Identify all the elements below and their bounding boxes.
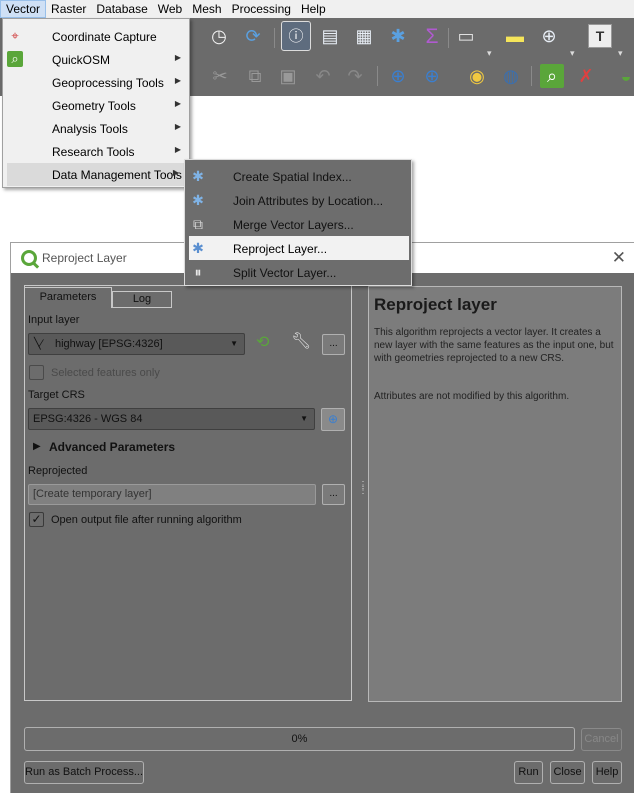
search-layer-icon[interactable]: ⊕ <box>420 64 444 88</box>
close-icon[interactable]: ✕ <box>612 248 626 268</box>
menu-item-quickosm[interactable]: ⌕ QuickOSM ▶ <box>3 48 189 71</box>
help-button[interactable]: Help <box>592 761 622 784</box>
field-calculator-icon[interactable]: ▦ <box>352 24 376 48</box>
menu-item-geoprocessing-tools[interactable]: Geoprocessing Tools ▶ <box>3 71 189 94</box>
run-as-batch-button[interactable]: Run as Batch Process... <box>24 761 144 784</box>
spatial-bookmark-icon[interactable]: ⊕ <box>537 24 561 48</box>
paste-icon[interactable]: ▣ <box>276 64 300 88</box>
close-button[interactable]: Close <box>550 761 585 784</box>
splitter-handle[interactable]: ⋮ ⋮ <box>358 481 368 496</box>
input-layer-value: highway [EPSG:4326] <box>55 338 163 350</box>
map-canvas[interactable] <box>412 96 634 242</box>
help-note: Attributes are not modified by this algo… <box>374 391 570 402</box>
plugin-icon[interactable]: ◒ <box>614 64 634 88</box>
menu-item-geometry-tools[interactable]: Geometry Tools ▶ <box>3 94 189 117</box>
target-crs-label: Target CRS <box>28 389 85 401</box>
map-tips-icon[interactable]: ▬ <box>503 24 527 48</box>
menu-processing[interactable]: Processing <box>227 0 296 18</box>
menu-raster[interactable]: Raster <box>46 0 91 18</box>
menu-bar: Vector Raster Database Web Mesh Processi… <box>0 0 634 18</box>
crs-selector-icon[interactable]: ⊕ <box>321 408 345 431</box>
chevron-right-icon: ▶ <box>174 122 181 131</box>
identify-features-icon[interactable]: ⓘ <box>281 21 311 51</box>
input-layer-select[interactable]: ╲∕ highway [EPSG:4326] ▼ <box>28 333 245 355</box>
open-output-checkbox[interactable]: ✓ <box>29 512 44 527</box>
menu-web[interactable]: Web <box>153 0 187 18</box>
clock-icon[interactable]: ◷ <box>207 24 231 48</box>
progress-text: 0% <box>291 733 308 745</box>
open-output-label: Open output file after running algorithm <box>51 514 242 526</box>
reprojected-output-field[interactable]: [Create temporary layer] <box>28 484 316 505</box>
chevron-down-icon: ▼ <box>300 414 308 423</box>
delete-selection-icon[interactable]: ✗ <box>574 64 598 88</box>
target-crs-value: EPSG:4326 - WGS 84 <box>33 413 143 425</box>
submenu-item-merge-vector-layers[interactable]: ⧉ Merge Vector Layers... <box>185 212 411 236</box>
target-crs-select[interactable]: EPSG:4326 - WGS 84 ▼ <box>28 408 315 430</box>
dialog-title: Reproject Layer <box>42 251 127 265</box>
submenu-item-create-spatial-index[interactable]: ✱ Create Spatial Index... <box>185 164 411 188</box>
menu-database[interactable]: Database <box>91 0 152 18</box>
progress-bar: 0% <box>24 727 575 751</box>
submenu-item-join-attributes[interactable]: ✱ Join Attributes by Location... <box>185 188 411 212</box>
statistics-sum-icon[interactable]: Σ <box>420 24 444 48</box>
submenu-item-reproject-layer[interactable]: ✱ Reproject Layer... <box>189 236 409 260</box>
search-icon[interactable]: ⌕ <box>540 64 564 88</box>
coordinate-capture-icon: ⌖ <box>11 28 19 43</box>
wrench-icon[interactable]: 🔧︎ <box>291 334 311 350</box>
chevron-right-icon: ▶ <box>174 53 181 62</box>
chevron-right-icon: ▶ <box>174 76 181 85</box>
processing-toolbox-icon[interactable]: ✱ <box>386 24 410 48</box>
menu-item-data-management-tools[interactable]: Data Management Tools ▶ <box>7 163 187 186</box>
menu-help[interactable]: Help <box>296 0 331 18</box>
globe-icon[interactable]: ◍ <box>499 64 523 88</box>
chevron-right-icon: ▶ <box>172 168 179 177</box>
run-button[interactable]: Run <box>514 761 543 784</box>
input-layer-label: Input layer <box>28 314 80 326</box>
qgis-logo-icon <box>21 250 37 266</box>
undo-icon[interactable]: ↶ <box>311 64 335 88</box>
copy-icon[interactable]: ⧉ <box>243 64 267 88</box>
help-description: This algorithm reprojects a vector layer… <box>374 327 614 364</box>
measure-ruler-icon[interactable]: ▭ <box>454 24 478 48</box>
menu-vector[interactable]: Vector <box>0 0 47 18</box>
chevron-down-icon: ▼ <box>230 339 238 348</box>
data-management-submenu: ✱ Create Spatial Index... ✱ Join Attribu… <box>184 159 412 286</box>
text-annotation-icon[interactable]: T <box>588 24 612 48</box>
python-console-icon[interactable]: ◉ <box>465 64 489 88</box>
reprojected-label: Reprojected <box>28 465 88 477</box>
menu-mesh[interactable]: Mesh <box>187 0 226 18</box>
selected-features-checkbox[interactable] <box>29 365 44 380</box>
vector-menu: ⌖ Coordinate Capture ⌕ QuickOSM ▶ Geopro… <box>2 18 190 188</box>
split-icon: ⏸ <box>194 264 202 280</box>
gear-icon: ✱ <box>192 168 204 184</box>
selected-features-label: Selected features only <box>51 367 160 379</box>
line-layer-icon: ╲∕ <box>34 338 43 350</box>
browse-output-button[interactable]: ... <box>322 484 345 505</box>
browse-input-button[interactable]: ... <box>322 334 345 355</box>
advanced-parameters-toggle[interactable]: Advanced Parameters <box>49 440 175 454</box>
submenu-item-split-vector-layer[interactable]: ⏸ Split Vector Layer... <box>185 260 411 284</box>
iterate-icon[interactable]: ⟲ <box>256 335 269 351</box>
tab-log[interactable]: Log <box>112 291 172 308</box>
redo-icon[interactable]: ↷ <box>343 64 367 88</box>
chevron-right-icon[interactable]: ▶ <box>33 441 41 452</box>
help-title: Reproject layer <box>374 295 497 314</box>
help-panel: Reproject layer This algorithm reproject… <box>368 286 622 702</box>
menu-item-research-tools[interactable]: Research Tools ▶ <box>3 140 189 163</box>
menu-item-coordinate-capture[interactable]: ⌖ Coordinate Capture <box>3 25 189 48</box>
chevron-right-icon: ▶ <box>174 99 181 108</box>
cancel-button[interactable]: Cancel <box>581 728 622 751</box>
gear-icon: ✱ <box>192 240 204 256</box>
attribute-table-icon[interactable]: ▤ <box>318 24 342 48</box>
refresh-icon[interactable]: ⟳ <box>241 24 265 48</box>
add-layer-icon[interactable]: ⊕ <box>386 64 410 88</box>
reproject-layer-dialog: Reproject Layer ✕ Parameters Log Input l… <box>10 242 634 793</box>
chevron-right-icon: ▶ <box>174 145 181 154</box>
merge-icon: ⧉ <box>193 216 203 232</box>
tab-parameters[interactable]: Parameters <box>24 287 112 308</box>
gear-icon: ✱ <box>192 192 204 208</box>
cut-icon[interactable]: ✂ <box>208 64 232 88</box>
menu-item-analysis-tools[interactable]: Analysis Tools ▶ <box>3 117 189 140</box>
quickosm-icon: ⌕ <box>7 51 23 67</box>
